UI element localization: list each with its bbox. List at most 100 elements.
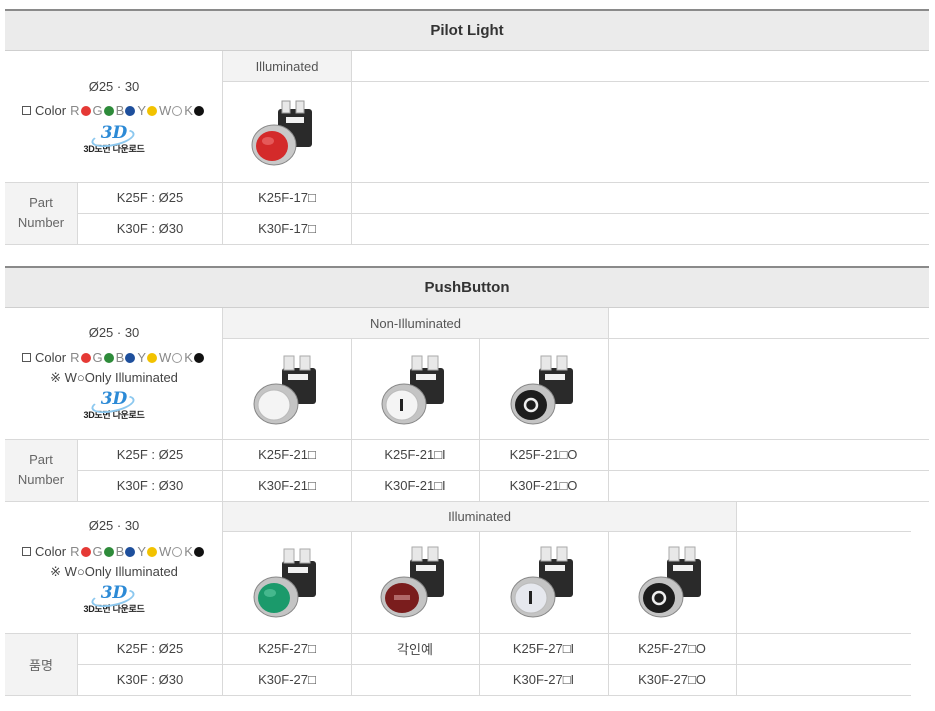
- non-row1-spec: K25F : Ø25: [116, 447, 184, 462]
- color-letter-k: K: [184, 350, 193, 365]
- divider: [223, 81, 351, 82]
- divider: [351, 81, 929, 82]
- 3d-logo-icon: 3D: [100, 583, 128, 603]
- color-letter-w: W: [158, 103, 172, 118]
- divider: [223, 531, 911, 532]
- ill-row2-model-4: K30F-27□O: [638, 672, 706, 687]
- yellow-dot-icon: [146, 352, 157, 363]
- divider: [223, 338, 608, 339]
- divider: [608, 531, 609, 695]
- ill-row1-model-1: K25F-27□: [258, 641, 316, 656]
- green-illuminated-button-image: [253, 548, 316, 618]
- divider: [351, 531, 352, 695]
- color-letter-b: B: [115, 103, 125, 118]
- pilot-part-number-label: Part Number: [17, 195, 65, 230]
- divider: [222, 51, 223, 182]
- divider: [5, 244, 929, 245]
- white-dot-icon: [172, 546, 183, 557]
- divider: [351, 51, 352, 244]
- engraved-red-button-image: [380, 546, 444, 618]
- ill-part-label: 품명: [29, 657, 53, 673]
- divider: [736, 501, 737, 695]
- color-letter-y: Y: [137, 544, 146, 559]
- color-letter-w: W: [158, 350, 172, 365]
- pilot-illuminated-header: Illuminated: [223, 51, 351, 81]
- divider: [222, 182, 223, 244]
- illuminated-label: Illuminated: [448, 508, 511, 524]
- non-row1-model-1: K25F-21□: [258, 447, 316, 462]
- white-flush-button-image: [253, 355, 316, 424]
- pilot-row2-model: K30F-17□: [258, 221, 316, 236]
- green-dot-icon: [103, 105, 114, 116]
- 3d-logo-icon: 3D: [100, 389, 128, 409]
- checkbox-square-icon: [22, 547, 32, 556]
- green-dot-icon: [103, 352, 114, 363]
- push-dims-1: Ø25 · 30: [88, 325, 140, 340]
- illuminated-image-cell-4: [608, 531, 736, 633]
- black-dot-icon: [193, 352, 204, 363]
- divider: [479, 338, 480, 501]
- divider: [77, 439, 78, 501]
- color-letter-g: G: [92, 544, 103, 559]
- white-button-i-marking-image: [381, 355, 444, 424]
- ill-row2-model-2: [351, 664, 479, 695]
- ill-row1-model-4: K25F-27□O: [638, 641, 706, 656]
- ill-row1-model-3: K25F-27□I: [512, 641, 575, 656]
- ill-row2-model-1: K30F-27□: [258, 672, 316, 687]
- divider: [351, 338, 352, 501]
- push-color-label-2: Color: [35, 544, 67, 559]
- red-dot-icon: [80, 352, 91, 363]
- pilot-3d-download-link[interactable]: 3D 3D도면 다운로드: [5, 125, 223, 155]
- divider: [77, 470, 929, 471]
- blue-dot-icon: [125, 352, 136, 363]
- color-letter-g: G: [92, 103, 103, 118]
- black-dot-icon: [193, 105, 204, 116]
- pushbutton-title-bar: PushButton: [5, 266, 929, 308]
- green-dot-icon: [103, 546, 114, 557]
- divider: [77, 213, 929, 214]
- divider: [5, 439, 929, 440]
- checkbox-square-icon: [22, 353, 32, 362]
- non-illuminated-image-cell-2: [351, 338, 479, 439]
- illuminated-header: Illuminated: [223, 501, 736, 531]
- color-letter-y: Y: [137, 103, 146, 118]
- push-color-options-2: Color R G B Y W K: [5, 544, 223, 559]
- black-illuminated-o-button-image: [638, 546, 701, 618]
- white-illuminated-i-button-image: [510, 546, 573, 618]
- push-info-block-2: Ø25 · 30 Color R G B Y W K ※ W○Only Illu…: [5, 501, 223, 633]
- blue-dot-icon: [125, 546, 136, 557]
- divider: [222, 308, 223, 695]
- push-3d-download-link-1[interactable]: 3D 3D도면 다운로드: [5, 391, 223, 421]
- pilot-dims: Ø25 · 30: [88, 79, 140, 94]
- divider: [5, 501, 929, 502]
- divider: [608, 338, 929, 339]
- color-letter-r: R: [70, 103, 80, 118]
- pilot-info-block: Ø25 · 30 Color R G B Y W K 3D 3D도면 다운로드: [5, 51, 223, 182]
- non-row2-model-1: K30F-21□: [258, 478, 316, 493]
- color-letter-k: K: [184, 103, 193, 118]
- pilot-row1-spec: K25F : Ø25: [116, 190, 184, 205]
- pilot-color-label: Color: [35, 103, 67, 118]
- white-dot-icon: [172, 105, 183, 116]
- illuminated-image-cell-1: [223, 531, 351, 633]
- illuminated-image-cell-3: [479, 531, 608, 633]
- non-illuminated-header: Non-Illuminated: [223, 308, 608, 338]
- push-note-1: ※ W○Only Illuminated: [50, 370, 178, 385]
- push-dims-2: Ø25 · 30: [88, 518, 140, 533]
- divider: [77, 182, 78, 244]
- color-letter-g: G: [92, 350, 103, 365]
- push-info-block-1: Ø25 · 30 Color R G B Y W K ※ W○Only Illu…: [5, 308, 223, 439]
- push-note-2: ※ W○Only Illuminated: [50, 564, 178, 579]
- pilot-color-options: Color R G B Y W K: [5, 103, 223, 118]
- color-letter-b: B: [115, 544, 125, 559]
- pilot-row2-spec: K30F : Ø30: [116, 221, 184, 236]
- divider: [5, 182, 929, 183]
- illuminated-image-cell-2: [351, 531, 479, 633]
- red-pilot-light-image: [251, 100, 312, 165]
- pilot-light-title: Pilot Light: [430, 22, 504, 39]
- push-3d-download-link-2[interactable]: 3D 3D도면 다운로드: [5, 585, 223, 615]
- blue-dot-icon: [125, 105, 136, 116]
- black-button-o-marking-image: [510, 355, 573, 424]
- ill-row1-model-2: 각인예: [397, 642, 433, 657]
- yellow-dot-icon: [146, 105, 157, 116]
